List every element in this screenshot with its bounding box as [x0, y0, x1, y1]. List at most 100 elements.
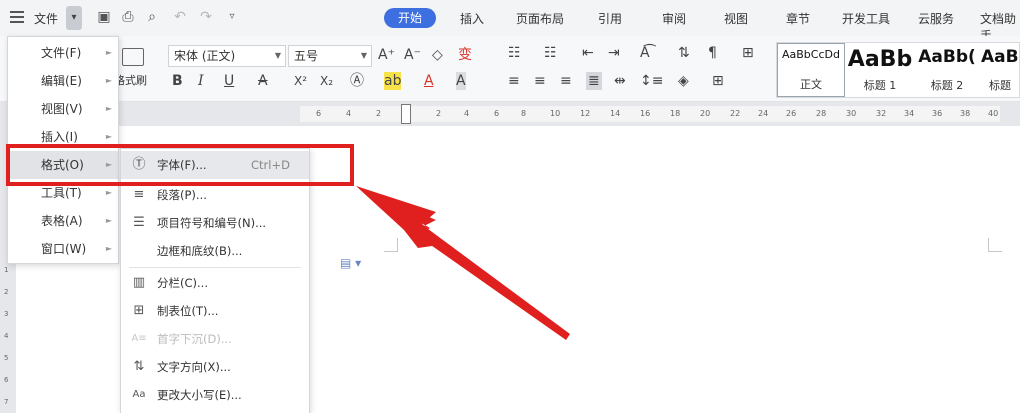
tab-references[interactable]: 引用: [598, 10, 622, 27]
menu-item-bullets-numbering[interactable]: ☰ 项目符号和编号(N)...: [121, 209, 309, 237]
tab-chapter[interactable]: 章节: [786, 10, 810, 27]
increase-indent-icon[interactable]: ⇥: [608, 44, 620, 62]
style-heading-2[interactable]: AaBb( 标题 2: [915, 43, 979, 97]
tab-home[interactable]: 开始: [384, 8, 436, 28]
vertical-ruler-number: 2: [4, 288, 9, 296]
underline-icon[interactable]: U: [224, 72, 234, 90]
menu-item-label: 表格(A): [41, 214, 83, 228]
font-color-icon[interactable]: A: [424, 72, 434, 90]
ruler-number: 24: [758, 109, 769, 118]
style-normal[interactable]: AaBbCcDd 正文: [777, 43, 845, 97]
chevron-right-icon: ►: [105, 104, 112, 113]
justify-icon[interactable]: ≣: [586, 72, 602, 90]
title-menu-bar: 文件 ▾ ▣ ⎙ ⌕ ↶ ↷ ▿ 开始 插入 页面布局 引用 审阅 视图 章节 …: [0, 0, 1020, 43]
superscript-icon[interactable]: X²: [294, 72, 307, 90]
ruler-number: 26: [786, 109, 797, 118]
line-spacing-icon[interactable]: ↕≡: [640, 72, 663, 90]
chevron-down-icon: ▼: [274, 51, 281, 60]
font-name-select[interactable]: 宋体 (正文) ▼: [168, 45, 286, 67]
menu-item-text-direction[interactable]: ⇅ 文字方向(X)...: [121, 353, 309, 381]
menu-item-label: 窗口(W): [41, 242, 87, 256]
vertical-ruler-number: 7: [4, 398, 9, 406]
character-shading-icon[interactable]: A: [456, 72, 466, 90]
numbered-list-icon[interactable]: ☷: [544, 44, 557, 62]
phonetic-guide-icon[interactable]: 变: [458, 46, 472, 64]
menu-item-label: 更改大小写(E)...: [157, 388, 242, 402]
tab-developer[interactable]: 开发工具: [842, 10, 890, 27]
menu-item-label: 项目符号和编号(N)...: [157, 216, 267, 230]
bullets-list-icon[interactable]: ☷: [508, 44, 521, 62]
borders-icon[interactable]: ⊞: [712, 72, 724, 90]
customize-quick-access-icon[interactable]: ▿: [224, 9, 240, 25]
menu-item-label: 文件(F): [41, 46, 82, 60]
style-heading-1[interactable]: AaBb 标题 1: [847, 43, 913, 97]
format-painter-button[interactable]: 格式刷: [114, 48, 154, 98]
style-title[interactable]: AaBb 标题: [981, 43, 1019, 97]
change-case-icon: Aa: [132, 389, 146, 400]
menu-item-view[interactable]: 视图(V) ►: [8, 95, 118, 123]
highlight-color-icon[interactable]: ab: [384, 72, 402, 90]
distributed-align-icon[interactable]: ⇹: [614, 72, 626, 90]
paste-options-icon[interactable]: ▤ ▾: [340, 256, 361, 270]
style-preview: AaBbCcDd: [782, 48, 840, 61]
menu-item-change-case[interactable]: Aa 更改大小写(E)...: [121, 381, 309, 409]
tab-insert[interactable]: 插入: [460, 10, 484, 27]
file-dropdown-button[interactable]: ▾: [66, 6, 82, 30]
hamburger-menu-icon[interactable]: [10, 11, 24, 23]
strikethrough-icon[interactable]: A: [258, 72, 268, 90]
style-preview: AaBb: [981, 47, 1019, 67]
menu-item-borders-shading[interactable]: 边框和底纹(B)...: [121, 237, 309, 265]
ruler-number: 38: [960, 109, 971, 118]
vertical-ruler-number: 3: [4, 310, 9, 318]
menu-item-columns[interactable]: ▥ 分栏(C)...: [121, 269, 309, 297]
page-corner-mark: [384, 238, 398, 252]
styles-gallery: AaBbCcDd 正文 AaBb 标题 1 AaBb( 标题 2 AaBb 标题: [776, 42, 1020, 98]
italic-icon[interactable]: I: [198, 72, 204, 90]
shrink-font-icon[interactable]: A⁻: [404, 46, 421, 64]
chevron-right-icon: ►: [105, 48, 112, 57]
print-icon[interactable]: ⎙: [120, 9, 136, 25]
ruler-number: 14: [610, 109, 621, 118]
grow-font-icon[interactable]: A⁺: [378, 46, 395, 64]
file-menu-button[interactable]: 文件: [34, 10, 58, 27]
align-left-icon[interactable]: ≡: [508, 72, 520, 90]
tab-view[interactable]: 视图: [724, 10, 748, 27]
redo-icon[interactable]: ↷: [198, 9, 214, 25]
menu-item-tab-stops[interactable]: ⊞ 制表位(T)...: [121, 297, 309, 325]
ruler-number: 20: [700, 109, 711, 118]
bullets-icon: ☰: [133, 215, 145, 230]
vertical-ruler-number: 4: [4, 332, 9, 340]
show-hide-marks-icon[interactable]: ¶: [708, 44, 717, 62]
tab-cloud-service[interactable]: 云服务: [918, 10, 954, 27]
save-icon[interactable]: ▣: [96, 9, 112, 25]
menu-item-table[interactable]: 表格(A) ►: [8, 207, 118, 235]
print-preview-icon[interactable]: ⌕: [144, 9, 160, 25]
tab-review[interactable]: 审阅: [662, 10, 686, 27]
ruler-number: 4: [464, 109, 470, 118]
menu-item-edit[interactable]: 编辑(E) ►: [8, 67, 118, 95]
subscript-icon[interactable]: X₂: [320, 72, 333, 90]
decrease-indent-icon[interactable]: ⇤: [582, 44, 594, 62]
clear-format-icon[interactable]: ◇: [432, 46, 443, 64]
ruler-number: 12: [580, 109, 591, 118]
undo-icon[interactable]: ↶: [172, 9, 188, 25]
font-size-value: 五号: [294, 49, 319, 63]
format-painter-label: 格式刷: [114, 74, 147, 87]
style-preview: AaBb(: [918, 47, 976, 67]
vertical-ruler-number: 5: [4, 354, 9, 362]
font-size-select[interactable]: 五号 ▼: [288, 45, 372, 67]
indent-marker[interactable]: [401, 104, 411, 124]
align-center-icon[interactable]: ≡: [534, 72, 546, 90]
sort-icon[interactable]: ⇅: [678, 44, 690, 62]
align-right-icon[interactable]: ≡: [560, 72, 572, 90]
ruler-number: 2: [436, 109, 442, 118]
paragraph-shading-icon[interactable]: ◈: [678, 72, 689, 90]
menu-item-window[interactable]: 窗口(W) ►: [8, 235, 118, 263]
table-grid-icon[interactable]: ⊞: [742, 44, 754, 62]
chinese-layout-icon[interactable]: A͡: [640, 44, 650, 62]
text-effect-icon[interactable]: Ⓐ: [350, 72, 364, 90]
page-corner-mark: [988, 238, 1002, 252]
tab-page-layout[interactable]: 页面布局: [516, 10, 564, 27]
menu-item-file[interactable]: 文件(F) ►: [8, 39, 118, 67]
bold-icon[interactable]: B: [172, 72, 183, 90]
